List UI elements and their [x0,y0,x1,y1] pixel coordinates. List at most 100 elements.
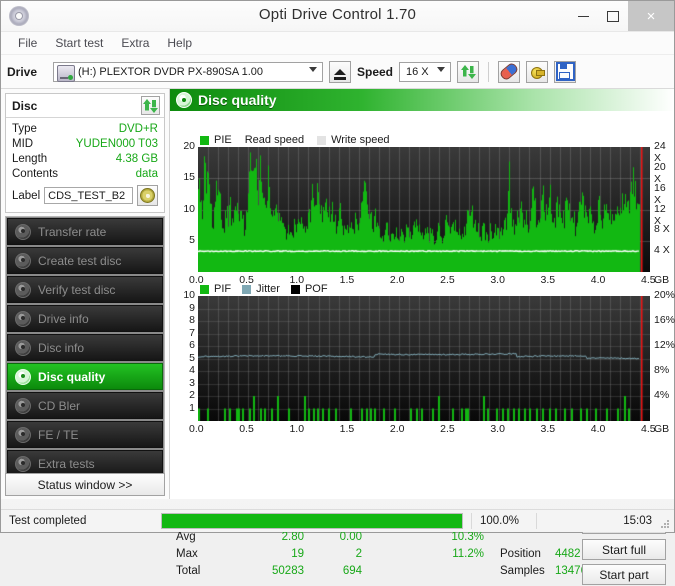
disc-panel-title: Disc [12,98,38,113]
menu-start-test[interactable]: Start test [46,34,112,52]
axis-tick-label: 2 [189,389,195,401]
axis-tick-label: 15 [183,171,195,184]
stats-max-pif: 2 [355,548,362,560]
test-nav-list: Transfer rate Create test disc Verify te… [5,216,165,495]
resize-grip[interactable] [660,519,670,529]
drive-label: Drive [7,64,38,79]
drive-select-value: (H:) PLEXTOR DVDR PX-890SA 1.00 [78,65,264,78]
speed-select-value: 16 X [406,65,429,78]
axis-tick-label: 2.0 [389,274,405,286]
legend-swatch-jitter [242,284,252,294]
disc-info-rows: Type DVD+R MID YUDEN000 T03 Length 4.38 … [6,118,164,212]
plug-icon [529,65,546,79]
axis-tick-label: 16% [654,314,675,326]
legend-label-pof: POF [304,283,328,295]
cd-icon [140,188,155,203]
sidebar-item-transfer-rate[interactable]: Transfer rate [7,218,163,245]
disc-icon [15,310,31,327]
axis-tick-label: 2.5 [440,423,455,435]
sidebar-item-drive-info[interactable]: Drive info [7,305,163,332]
legend-label-jitter: Jitter [256,283,280,295]
disc-row-value: data [135,168,158,180]
disc-row-value: YUDEN000 T03 [75,138,158,150]
disc-icon [15,397,31,414]
pill-button[interactable] [498,60,521,83]
window-controls: × [568,1,674,31]
speed-label: Speed [357,64,394,79]
menu-file[interactable]: File [9,34,46,52]
disc-label-row: Label CDS_TEST_B2 [12,185,158,206]
left-sidebar: Disc Type DVD+R MID YUDEN000 T03 Length … [1,89,169,499]
disc-label-button[interactable] [137,185,158,206]
pie-chart-legend: PIE Read speed Write speed [200,134,390,146]
status-bar: Test completed 100.0% 15:03 [1,509,674,532]
sidebar-item-cd-bler[interactable]: CD Bler [7,392,163,419]
axis-tick-label: 24 X [654,140,666,164]
sidebar-item-create-test-disc[interactable]: Create test disc [7,247,163,274]
axis-tick-label: GB [654,274,670,286]
menu-help[interactable]: Help [158,34,201,52]
sidebar-item-label: Verify test disc [38,282,116,297]
eject-icon [334,68,346,80]
axis-tick-label: 12% [654,339,675,351]
axis-tick-label: 4 [189,364,195,376]
sidebar-item-verify-test-disc[interactable]: Verify test disc [7,276,163,303]
panel-title: Disc quality [198,92,277,108]
axis-tick-label: 8% [654,364,670,376]
refresh-button[interactable] [457,60,480,83]
disc-row-key: Type [12,123,37,135]
sidebar-item-fe-te[interactable]: FE / TE [7,421,163,448]
app-window: Opti Drive Control 1.70 × File Start tes… [0,0,675,585]
axis-tick-label: 4.0 [590,274,606,286]
axis-tick-label: 20 [183,140,195,152]
drive-icon [57,64,75,82]
pill-icon [498,61,520,82]
axis-tick-label: 2.5 [440,274,455,286]
sidebar-item-label: CD Bler [38,398,81,413]
disc-icon [15,455,31,472]
disc-icon [15,368,31,385]
axis-tick-label: 4 X [654,244,670,257]
disc-icon [15,252,31,269]
axis-tick-label: 2.0 [389,423,405,435]
maximize-button[interactable] [598,1,628,31]
sidebar-item-disc-quality[interactable]: Disc quality [7,363,163,390]
speed-select[interactable]: 16 X [399,61,452,82]
minimize-button[interactable] [568,1,598,31]
disc-quality-icon [176,92,192,108]
refresh-icon [460,64,476,79]
start-part-button[interactable]: Start part [582,564,666,585]
axis-tick-label: 3.5 [540,423,556,435]
progress-bar [161,513,463,529]
legend-swatch-pif [200,284,209,294]
eject-button[interactable] [329,60,351,83]
axis-tick-label: 4% [654,389,670,401]
axis-tick-label: 3.0 [490,423,505,435]
drive-select[interactable]: (H:) PLEXTOR DVDR PX-890SA 1.00 [53,61,323,82]
sidebar-item-disc-info[interactable]: Disc info [7,334,163,361]
axis-tick-label: 5 [189,233,195,246]
menu-extra[interactable]: Extra [112,34,158,52]
axis-tick-label: 16 X [654,181,666,206]
disc-label-input[interactable]: CDS_TEST_B2 [44,187,133,204]
start-full-button[interactable]: Start full [582,539,666,560]
axis-tick-label: 0.0 [189,423,204,435]
disc-refresh-button[interactable] [141,96,160,115]
disc-row-mid: MID YUDEN000 T03 [12,137,158,152]
close-button[interactable]: × [628,1,674,31]
refresh-icon [143,98,158,113]
axis-tick-label: 1.0 [289,423,305,435]
axis-tick-label: 1.5 [339,274,355,286]
axis-tick-label: 9 [189,301,195,314]
stats-total-pie: 50283 [272,565,304,577]
disc-row-value: 4.38 GB [115,153,158,165]
save-button[interactable] [554,60,577,83]
pif-chart-legend: PIF Jitter POF [200,283,328,295]
plug-button[interactable] [526,60,549,83]
stats-max-jitter: 11.2% [452,548,484,560]
status-window-button[interactable]: Status window >> [5,473,165,496]
status-time: 15:03 [536,513,674,529]
minimize-icon [577,15,589,17]
axis-tick-label: 0.5 [239,423,254,435]
axis-tick-label: 4.0 [590,423,606,435]
